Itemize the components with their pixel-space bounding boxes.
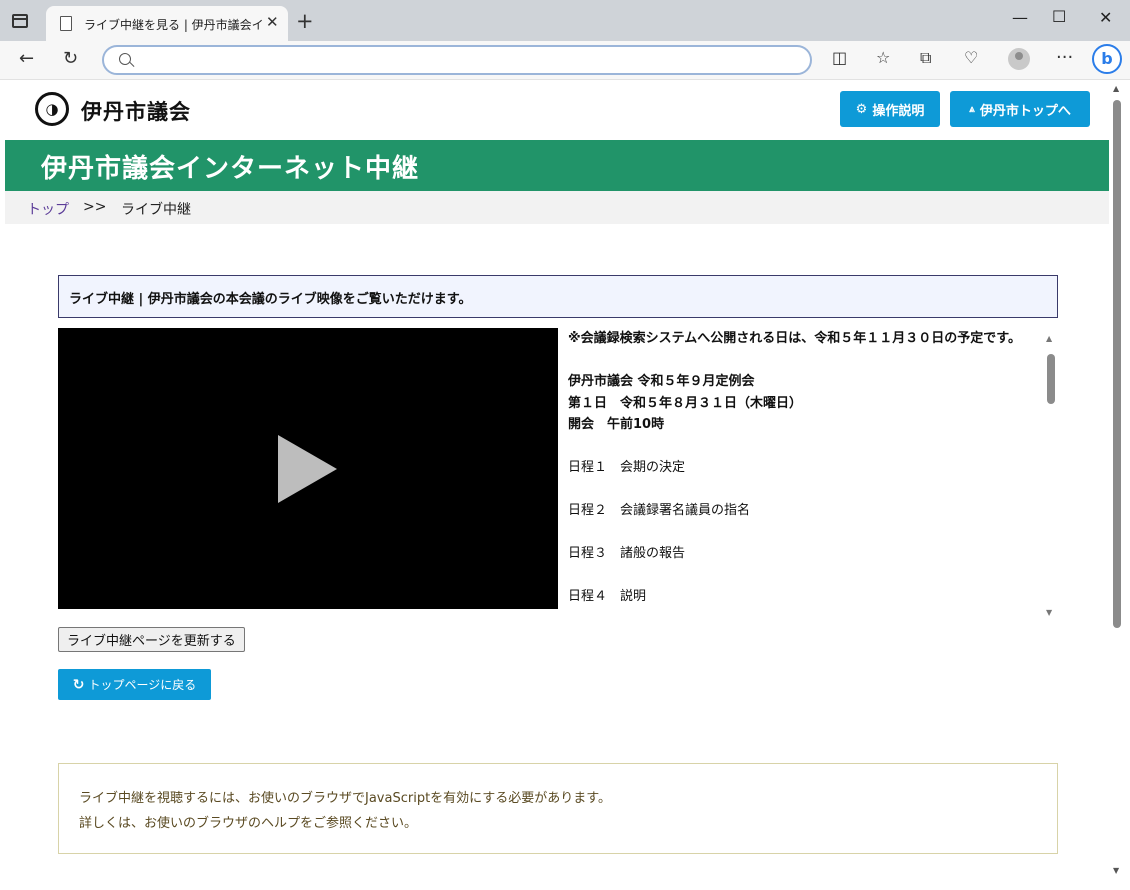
play-icon[interactable] xyxy=(278,435,337,503)
address-bar[interactable] xyxy=(102,45,812,75)
page-scrollbar[interactable]: ▲ ▼ xyxy=(1111,80,1124,886)
agenda-item: 日程２ 会議録署名議員の指名 xyxy=(568,503,751,518)
sitemap-icon: ⩓ xyxy=(969,103,975,115)
tab-actions-icon[interactable] xyxy=(12,14,28,28)
split-screen-icon[interactable]: ◫ xyxy=(832,48,847,67)
javascript-notice: ライブ中継を視聴するには、お使いのブラウザでJavaScriptを有効にする必要… xyxy=(58,763,1058,854)
agenda-item: 日程１ 会期の決定 xyxy=(568,460,686,475)
address-input[interactable] xyxy=(140,51,800,69)
site-logo-text[interactable]: 伊丹市議会 xyxy=(81,96,191,126)
more-menu-icon[interactable]: ··· xyxy=(1056,47,1073,68)
javascript-notice-line: 詳しくは、お使いのブラウザのヘルプをご参照ください。 xyxy=(79,816,418,831)
city-top-button[interactable]: ⩓ 伊丹市トップへ xyxy=(950,91,1090,127)
agenda-panel[interactable]: ※会議録検索システムへ公開される日は、令和５年１１月３０日の予定です。 伊丹市議… xyxy=(568,328,1044,624)
breadcrumb-home-link[interactable]: トップ xyxy=(27,199,69,219)
page-icon xyxy=(60,16,72,31)
browser-tab-active[interactable]: ライブ中継を見る | 伊丹市議会インタ ✕ xyxy=(46,6,288,42)
back-to-top-label: トップページに戻る xyxy=(88,678,197,692)
agenda-item: 日程３ 諸般の報告 xyxy=(568,546,686,561)
page-scroll-down-icon[interactable]: ▼ xyxy=(1113,866,1119,875)
video-player[interactable] xyxy=(58,328,558,609)
browser-essentials-heart-icon[interactable]: ♡ xyxy=(964,48,978,67)
live-notice: ライブ中継 | 伊丹市議会の本会議のライブ映像をご覧いただけます。 xyxy=(58,275,1058,318)
javascript-notice-line: ライブ中継を視聴するには、お使いのブラウザでJavaScriptを有効にする必要… xyxy=(79,791,611,806)
page-scroll-up-icon[interactable]: ▲ xyxy=(1113,84,1119,93)
minimize-icon[interactable]: — xyxy=(1012,8,1028,27)
browser-toolbar: ← ↻ ◫ ☆ ⧉ ♡ ··· b xyxy=(0,41,1130,80)
web-page: ◑ 伊丹市議会 ⚙ 操作説明 ⩓ 伊丹市トップへ 伊丹市議会インターネット中継 … xyxy=(5,80,1109,886)
breadcrumb: トップ >> ライブ中継 xyxy=(5,191,1109,224)
scroll-down-arrow-icon[interactable]: ▼ xyxy=(1046,608,1052,617)
site-banner: 伊丹市議会インターネット中継 xyxy=(5,140,1109,191)
back-arrow-icon[interactable]: ← xyxy=(19,48,34,69)
agenda-scroll-thumb[interactable] xyxy=(1047,354,1055,404)
return-arrow-icon: ↻ xyxy=(72,676,85,693)
session-opening: 開会 午前10時 xyxy=(568,417,665,432)
gear-icon: ⚙ xyxy=(855,101,868,117)
banner-title: 伊丹市議会インターネット中継 xyxy=(41,154,420,184)
session-name: 伊丹市議会 令和５年９月定例会 xyxy=(568,374,755,389)
browser-viewport: ◑ 伊丹市議会 ⚙ 操作説明 ⩓ 伊丹市トップへ 伊丹市議会インターネット中継 … xyxy=(0,80,1130,890)
back-to-top-button[interactable]: ↻ トップページに戻る xyxy=(58,669,211,700)
session-day: 第１日 令和５年８月３１日（木曜日） xyxy=(568,395,803,411)
search-icon xyxy=(119,53,131,65)
favorites-star-icon[interactable]: ☆ xyxy=(876,48,890,67)
site-header: ◑ 伊丹市議会 ⚙ 操作説明 ⩓ 伊丹市トップへ xyxy=(5,80,1109,140)
agenda-scrollbar[interactable]: ▲ ▼ xyxy=(1044,332,1058,622)
window-close-icon[interactable]: ✕ xyxy=(1099,8,1112,27)
scroll-up-arrow-icon[interactable]: ▲ xyxy=(1046,334,1052,343)
bing-copilot-icon[interactable]: b xyxy=(1092,44,1122,74)
tab-title: ライブ中継を見る | 伊丹市議会インタ xyxy=(84,18,264,32)
breadcrumb-separator: >> xyxy=(83,199,107,215)
city-emblem-icon: ◑ xyxy=(35,92,69,126)
city-top-button-label: 伊丹市トップへ xyxy=(979,103,1071,119)
help-button-label: 操作説明 xyxy=(872,103,925,119)
maximize-icon[interactable]: ☐ xyxy=(1052,7,1066,26)
agenda-item: 日程４ 説明 xyxy=(568,589,647,604)
profile-avatar[interactable] xyxy=(1008,48,1030,70)
page-scroll-thumb[interactable] xyxy=(1113,100,1121,628)
reload-icon[interactable]: ↻ xyxy=(63,48,78,69)
breadcrumb-current: ライブ中継 xyxy=(121,202,191,218)
browser-titlebar: ライブ中継を見る | 伊丹市議会インタ ✕ + — ☐ ✕ xyxy=(0,0,1130,42)
publish-note: ※会議録検索システムへ公開される日は、令和５年１１月３０日の予定です。 xyxy=(568,331,1021,346)
refresh-live-button[interactable]: ライブ中継ページを更新する xyxy=(58,627,245,652)
help-button[interactable]: ⚙ 操作説明 xyxy=(840,91,940,127)
new-tab-icon[interactable]: + xyxy=(296,9,314,33)
tab-close-icon[interactable]: ✕ xyxy=(266,13,279,31)
collections-icon[interactable]: ⧉ xyxy=(920,48,931,68)
